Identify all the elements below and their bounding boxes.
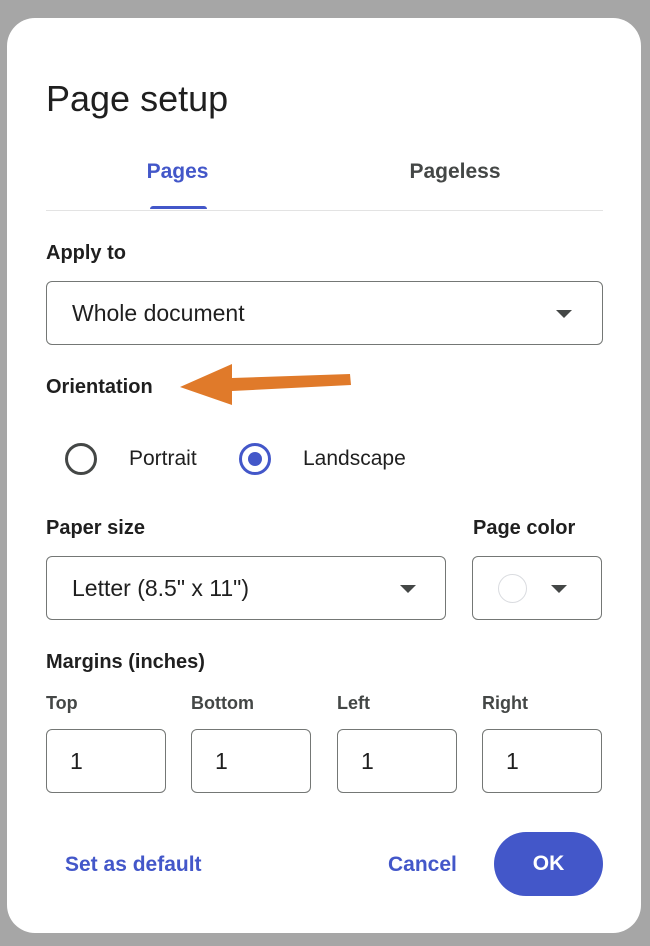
arrow-left-icon — [180, 364, 351, 405]
